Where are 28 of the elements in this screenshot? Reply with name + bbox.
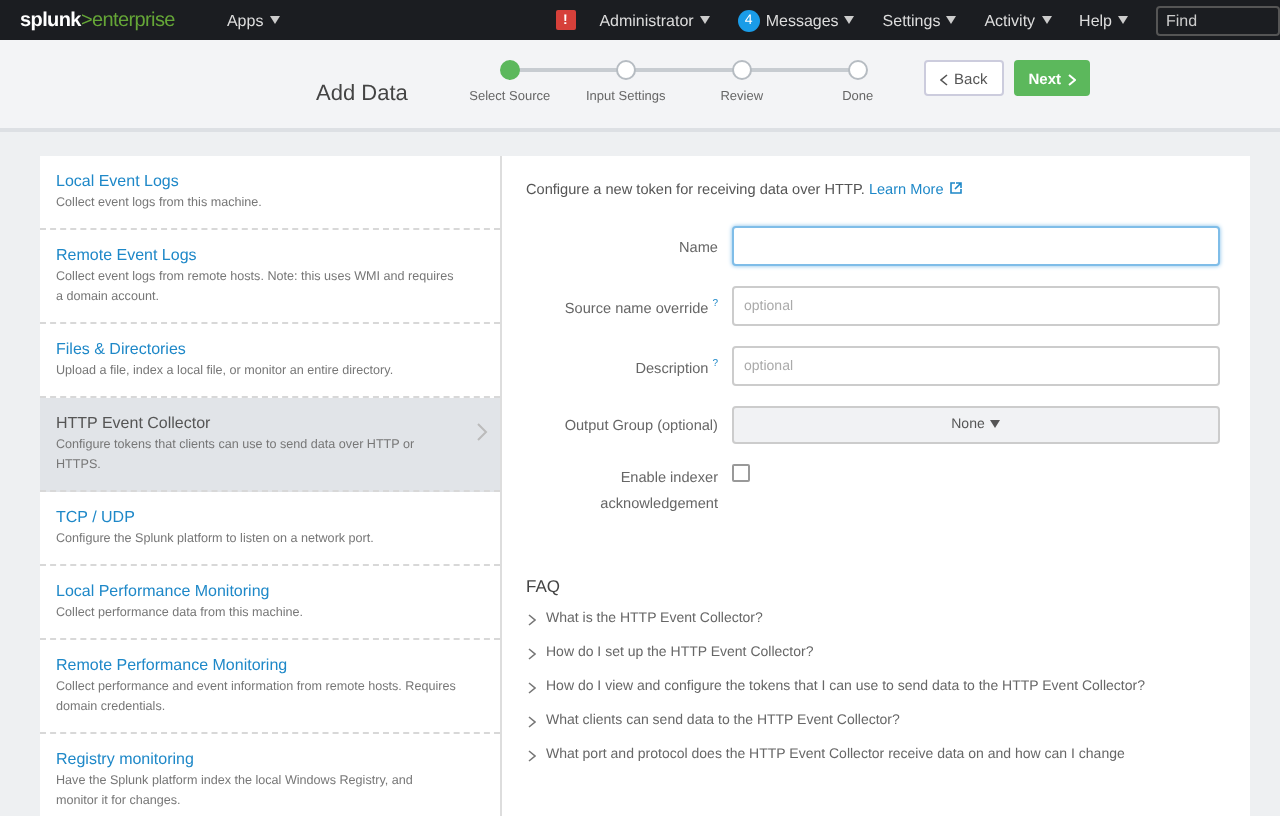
- chevron-right-icon: [528, 648, 536, 660]
- checkbox[interactable]: [732, 464, 750, 482]
- user-menu[interactable]: Administrator: [599, 11, 710, 29]
- chevron-left-icon: [940, 73, 949, 86]
- chevron-right-icon: [476, 422, 488, 442]
- find-field[interactable]: Find: [1156, 5, 1280, 35]
- caret-icon: [1118, 16, 1128, 25]
- page-title: Add Data: [316, 82, 408, 106]
- settings-menu[interactable]: Settings: [882, 11, 957, 29]
- chevron-right-icon: [1067, 73, 1075, 86]
- chevron-right-icon: [528, 716, 536, 728]
- help-menu[interactable]: Help: [1079, 11, 1128, 29]
- activity-menu[interactable]: Activity: [984, 11, 1052, 29]
- chevron-right-icon: [528, 750, 536, 762]
- external-link-icon: [949, 182, 962, 194]
- logo[interactable]: splunk>enterprise: [20, 9, 175, 31]
- caret-icon: [990, 420, 1001, 429]
- chevron-right-icon: [528, 682, 536, 694]
- text-field[interactable]: [732, 226, 1220, 266]
- faq-heading: FAQ: [526, 576, 563, 596]
- apps-menu[interactable]: Apps: [226, 11, 280, 29]
- caret-icon: [946, 16, 957, 25]
- caret-icon: [1041, 16, 1052, 25]
- messages-menu[interactable]: Messages: [765, 11, 855, 29]
- caret-icon: [844, 16, 855, 25]
- caret-icon: [269, 16, 280, 25]
- chevron-right-icon: [528, 614, 536, 626]
- caret-icon: [699, 16, 710, 25]
